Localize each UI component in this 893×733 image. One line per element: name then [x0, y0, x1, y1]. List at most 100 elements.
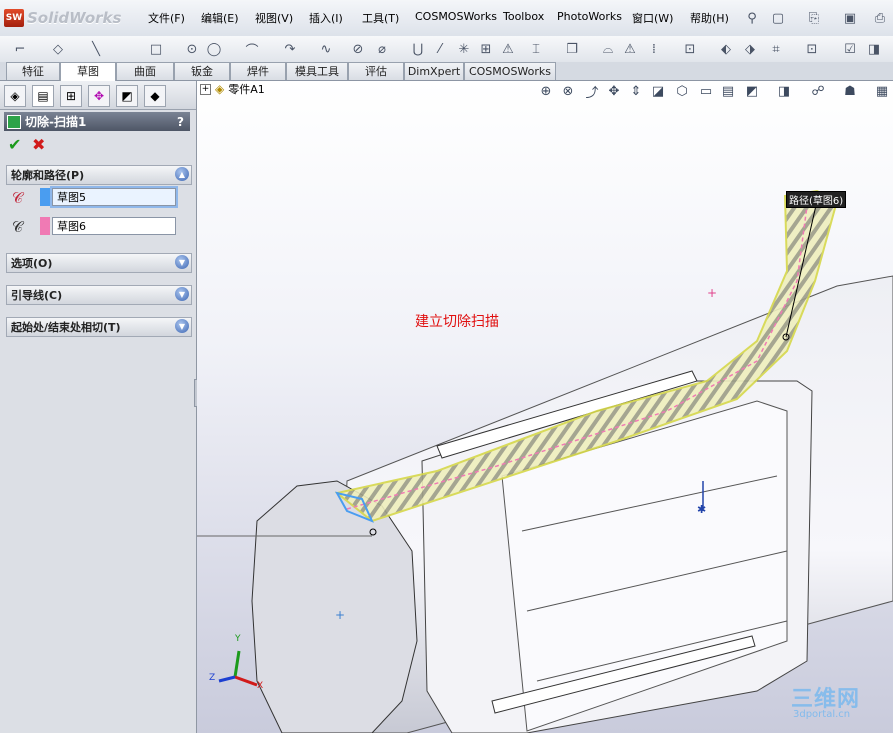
rapid-sketch-icon[interactable]: ⌗ — [766, 39, 786, 59]
tab-evaluate[interactable]: 评估 — [348, 62, 404, 80]
tab-cosmosworks[interactable]: COSMOSWorks — [464, 62, 556, 80]
layers-icon[interactable]: ◨ — [864, 39, 884, 59]
cut-sweep-icon — [7, 114, 21, 129]
spline-icon[interactable]: ∿ — [316, 39, 336, 59]
circle-icon[interactable]: ◯ — [204, 39, 224, 59]
profile-field[interactable]: 草图5 — [52, 188, 176, 206]
command-toolbar: ⌐ ◇ ╲ □ ⊙ ◯ ⌒ ↷ ∿ ⊘ ⌀ ⋃ ⁄ ✳ ⊞ ⚠ ⌶ ❐ ⌓ ⚠ … — [0, 36, 893, 63]
path-color-swatch — [40, 217, 50, 235]
tab-surfaces[interactable]: 曲面 — [116, 62, 174, 80]
menu-edit[interactable]: 编辑(E) — [201, 10, 239, 26]
arc-icon[interactable]: ⌒ — [242, 39, 262, 59]
menu-view[interactable]: 视图(V) — [255, 10, 293, 26]
menu-window[interactable]: 窗口(W) — [632, 10, 673, 26]
graphics-area[interactable]: + + ✱ + ◈ 零件A1 ⊕ ⊗ ⤴ ✥ ⇕ ◪ ⬡ ▭ ▤ ◩ ◨ ☍ ☗… — [197, 81, 893, 733]
rectangle-icon[interactable]: □ — [146, 39, 166, 59]
tab-sketch[interactable]: 草图 — [60, 62, 116, 81]
realview-icon[interactable]: ☗ — [841, 82, 859, 100]
pin-icon[interactable]: ⚲ — [742, 8, 762, 28]
chevron-down-icon[interactable]: ▼ — [175, 287, 189, 301]
polygon-icon[interactable]: ⊙ — [182, 39, 202, 59]
menu-bar: SW SolidWorks 文件(F) 编辑(E) 视图(V) 插入(I) 工具… — [0, 0, 893, 37]
view-orientation-icon[interactable]: ⬡ — [673, 82, 691, 100]
watermark-url: 3dportal.cn — [793, 709, 851, 720]
ellipse-icon[interactable]: ⊘ — [348, 39, 368, 59]
menu-cosmosworks[interactable]: COSMOSWorks — [415, 10, 497, 23]
trim-icon[interactable]: ⌶ — [526, 39, 546, 59]
smart-dimension-icon[interactable]: ◇ — [48, 39, 68, 59]
zoom-to-fit-icon[interactable]: ⊕ — [537, 82, 555, 100]
part-icon: ◈ — [215, 82, 225, 96]
menu-insert[interactable]: 插入(I) — [309, 10, 343, 26]
pattern-icon[interactable]: ⁞ — [644, 39, 664, 59]
print-icon[interactable]: ⎙ — [870, 8, 890, 28]
tangent-arc-icon[interactable]: ↷ — [280, 39, 300, 59]
move-icon[interactable]: ⬗ — [740, 39, 760, 59]
display-style-icon[interactable]: ▭ — [697, 82, 715, 100]
path-callout: 路径(草图6) — [786, 191, 847, 208]
property-manager-icon[interactable]: ▤ — [32, 85, 54, 107]
warning-icon[interactable]: ⚠ — [620, 39, 640, 59]
parabola-icon[interactable]: ⌀ — [372, 39, 392, 59]
configuration-manager-icon[interactable]: ⊞ — [60, 85, 82, 107]
sketch-icon[interactable]: ⌐ — [10, 39, 30, 59]
pan-icon[interactable]: ✥ — [605, 82, 623, 100]
fillet-icon[interactable]: ⋃ — [408, 39, 428, 59]
dimxpert-manager-icon[interactable]: ✥ — [88, 85, 110, 107]
line-icon[interactable]: ╲ — [86, 39, 106, 59]
relations-icon[interactable]: ⊡ — [680, 39, 700, 59]
profile-color-swatch — [40, 188, 50, 206]
point-icon[interactable]: ✳ — [454, 39, 474, 59]
chevron-up-icon[interactable]: ▲ — [175, 167, 189, 181]
repair-icon[interactable]: ⬖ — [716, 39, 736, 59]
text-icon[interactable]: ⚠ — [498, 39, 518, 59]
expand-icon[interactable]: + — [200, 83, 211, 95]
menu-help[interactable]: 帮助(H) — [690, 10, 729, 26]
tab-features[interactable]: 特征 — [6, 62, 60, 80]
tab-sheet-metal[interactable]: 钣金 — [174, 62, 230, 80]
save-icon[interactable]: ▣ — [840, 8, 860, 28]
menu-photoworks[interactable]: PhotoWorks — [557, 10, 622, 23]
instant2d-icon[interactable]: ⊡ — [802, 39, 822, 59]
rotate-icon[interactable]: ⇕ — [627, 82, 645, 100]
display-manager-icon[interactable]: ◩ — [116, 85, 138, 107]
tab-dimxpert[interactable]: DimXpert — [404, 62, 464, 80]
help-icon[interactable]: ? — [177, 115, 184, 129]
construction-icon[interactable]: ⊞ — [476, 39, 496, 59]
section-view-icon[interactable]: ◪ — [649, 82, 667, 100]
previous-view-icon[interactable]: ⤴ — [583, 82, 601, 101]
mirror-icon[interactable]: ⌓ — [598, 39, 618, 59]
section-label: 选项(O) — [11, 257, 53, 270]
check-icon[interactable]: ✔ — [8, 135, 21, 154]
scene-icon[interactable]: ◨ — [775, 82, 793, 100]
section-start-end-tangency[interactable]: 起始处/结束处相切(T) ▼ — [6, 317, 192, 337]
menu-tools[interactable]: 工具(T) — [362, 10, 399, 26]
tab-mold-tools[interactable]: 模具工具 — [286, 62, 348, 80]
close-icon[interactable]: ✖ — [32, 135, 45, 154]
path-field[interactable]: 草图6 — [52, 217, 176, 235]
profile-icon: 𝒞 — [12, 189, 23, 207]
photoworks-icon[interactable]: ◆ — [144, 85, 166, 107]
options-icon[interactable]: ☑ — [840, 39, 860, 59]
section-profile-path[interactable]: 轮廓和路径(P) ▲ — [6, 165, 192, 185]
shadows-icon[interactable]: ▦ — [873, 82, 891, 100]
new-document-icon[interactable]: ▢ — [768, 8, 788, 28]
section-options[interactable]: 选项(O) ▼ — [6, 253, 192, 273]
section-guide-curves[interactable]: 引导线(C) ▼ — [6, 285, 192, 305]
open-icon[interactable]: ⎘ — [804, 8, 824, 28]
chevron-down-icon[interactable]: ▼ — [175, 319, 189, 333]
chevron-down-icon[interactable]: ▼ — [175, 255, 189, 269]
hide-show-icon[interactable]: ▤ — [719, 82, 737, 100]
menu-file[interactable]: 文件(F) — [148, 10, 185, 26]
menu-toolbox[interactable]: Toolbox — [503, 10, 544, 23]
property-manager-title-bar: 切除-扫描1 ? — [4, 112, 190, 131]
offset-icon[interactable]: ❐ — [562, 39, 582, 59]
view-settings-icon[interactable]: ☍ — [809, 82, 827, 100]
centerline-icon[interactable]: ⁄ — [430, 39, 450, 59]
section-label: 起始处/结束处相切(T) — [11, 321, 121, 334]
zoom-area-icon[interactable]: ⊗ — [559, 82, 577, 100]
edit-appearance-icon[interactable]: ◩ — [743, 82, 761, 100]
feature-breadcrumb[interactable]: + ◈ 零件A1 — [200, 81, 265, 97]
tab-weldments[interactable]: 焊件 — [230, 62, 286, 80]
feature-manager-icon[interactable]: ◈ — [4, 85, 26, 107]
